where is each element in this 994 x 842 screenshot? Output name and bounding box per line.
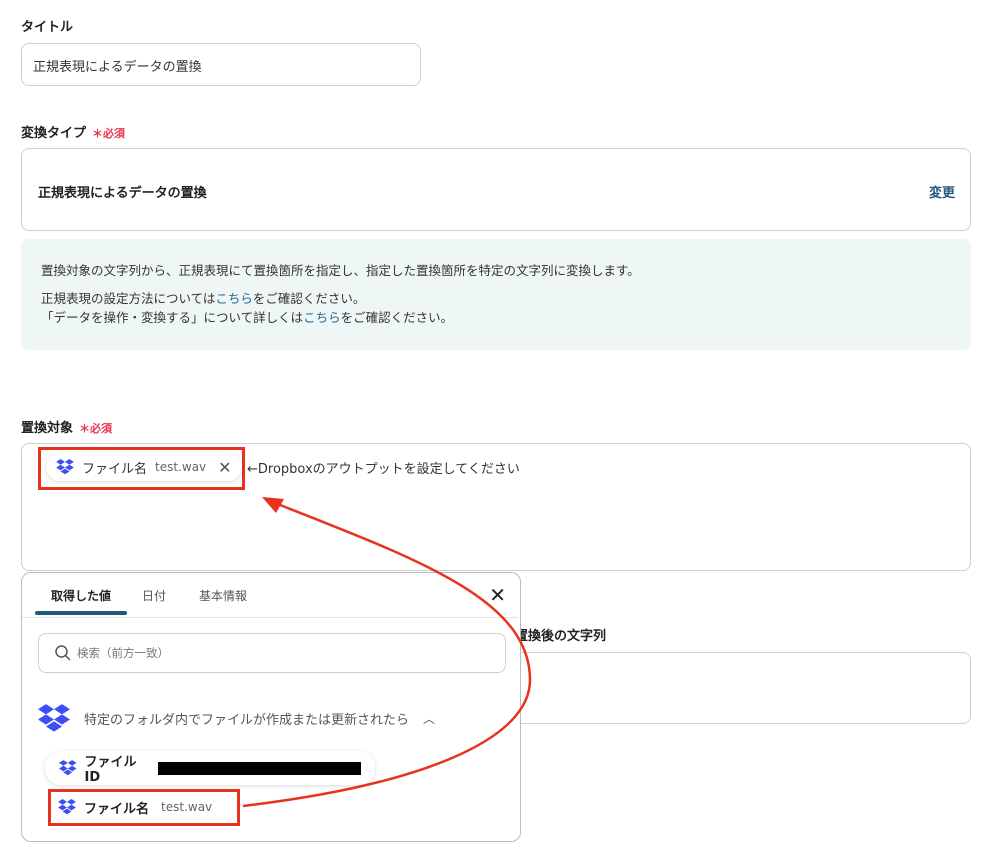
annotation-arrow	[242, 497, 532, 808]
